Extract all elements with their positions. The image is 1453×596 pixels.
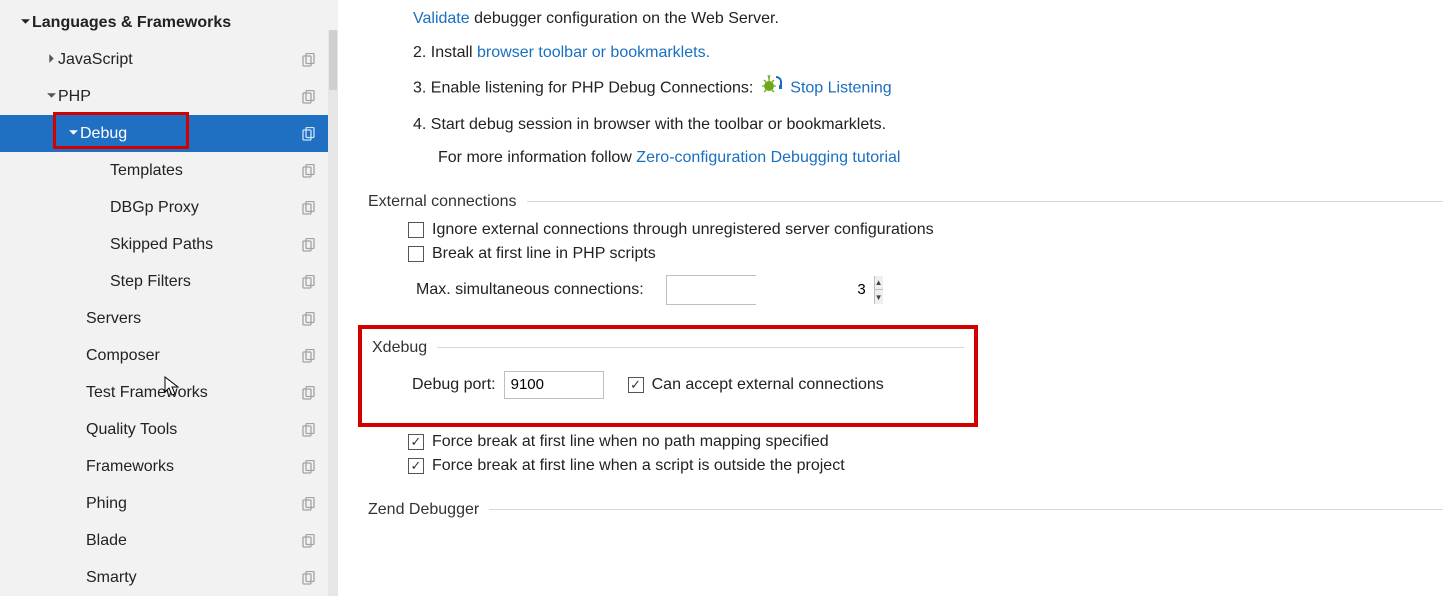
sidebar-item-templates[interactable]: Templates: [0, 152, 328, 189]
sidebar-item-blade[interactable]: Blade: [0, 522, 328, 559]
sidebar-item-frameworks[interactable]: Frameworks: [0, 448, 328, 485]
break-first-checkbox[interactable]: [408, 246, 424, 262]
section-separator: [527, 201, 1443, 202]
override-icon: [302, 460, 316, 474]
sidebar-item-label: JavaScript: [58, 51, 133, 69]
sidebar-item-label: Skipped Paths: [110, 236, 213, 254]
chevron-down-icon: [18, 14, 32, 32]
sidebar-item-label: Frameworks: [86, 458, 174, 476]
override-icon: [302, 534, 316, 548]
accept-external-checkbox[interactable]: [628, 377, 644, 393]
debug-port-input[interactable]: [504, 371, 604, 399]
chevron-down-icon: [66, 125, 80, 143]
step2-label: 2. Install: [413, 44, 477, 61]
settings-sidebar: Languages & Frameworks JavaScript PHP Debu…: [0, 0, 338, 596]
override-icon: [302, 127, 316, 141]
break-first-label: Break at first line in PHP scripts: [432, 245, 656, 263]
sidebar-scrollbar-thumb[interactable]: [329, 30, 337, 90]
max-conn-stepper[interactable]: ▲ ▼: [666, 275, 756, 305]
sidebar-item-label: PHP: [58, 88, 91, 106]
sidebar-item-servers[interactable]: Servers: [0, 300, 328, 337]
browser-toolbar-link[interactable]: browser toolbar or bookmarklets.: [477, 44, 710, 61]
sidebar-item-javascript[interactable]: JavaScript: [0, 41, 328, 78]
sidebar-item-label: Smarty: [86, 569, 137, 587]
sidebar-item-label: Test Frameworks: [86, 384, 208, 402]
sidebar-item-label: Debug: [80, 125, 127, 143]
spin-up-icon[interactable]: ▲: [875, 276, 883, 290]
max-conn-label: Max. simultaneous connections:: [416, 281, 644, 299]
external-connections-title: External connections: [368, 193, 517, 211]
force-break-nopath-label: Force break at first line when no path m…: [432, 433, 829, 451]
max-conn-input[interactable]: [667, 276, 874, 304]
sidebar-item-label: Blade: [86, 532, 127, 550]
sidebar-item-dbgp-proxy[interactable]: DBGp Proxy: [0, 189, 328, 226]
force-break-outside-label: Force break at first line when a script …: [432, 457, 845, 475]
override-icon: [302, 164, 316, 178]
force-break-outside-checkbox[interactable]: [408, 458, 424, 474]
sidebar-item-label: Templates: [110, 162, 183, 180]
step4-label: 4. Start debug session in browser with t…: [413, 116, 886, 133]
override-icon: [302, 201, 316, 215]
override-icon: [302, 349, 316, 363]
step4-more-prefix: For more information follow: [438, 149, 636, 166]
override-icon: [302, 571, 316, 585]
sidebar-section-label: Languages & Frameworks: [32, 14, 231, 32]
zero-config-tutorial-link[interactable]: Zero-configuration Debugging tutorial: [636, 149, 900, 166]
zend-title: Zend Debugger: [368, 501, 479, 519]
sidebar-item-phing[interactable]: Phing: [0, 485, 328, 522]
sidebar-item-smarty[interactable]: Smarty: [0, 559, 328, 596]
stop-listening-action[interactable]: Stop Listening: [790, 80, 891, 97]
xdebug-title: Xdebug: [372, 339, 427, 357]
chevron-down-icon: [44, 88, 58, 106]
sidebar-item-debug[interactable]: Debug: [0, 115, 328, 152]
spin-down-icon[interactable]: ▼: [875, 289, 883, 304]
sidebar-item-composer[interactable]: Composer: [0, 337, 328, 374]
sidebar-item-quality-tools[interactable]: Quality Tools: [0, 411, 328, 448]
override-icon: [302, 312, 316, 326]
sidebar-item-label: Step Filters: [110, 273, 191, 291]
sidebar-section-languages[interactable]: Languages & Frameworks: [0, 4, 328, 41]
override-icon: [302, 423, 316, 437]
override-icon: [302, 497, 316, 511]
sidebar-item-label: Composer: [86, 347, 160, 365]
sidebar-item-test-frameworks[interactable]: Test Frameworks: [0, 374, 328, 411]
override-icon: [302, 53, 316, 67]
override-icon: [302, 90, 316, 104]
debug-port-label: Debug port:: [412, 376, 496, 394]
sidebar-item-label: DBGp Proxy: [110, 199, 199, 217]
sidebar-item-label: Quality Tools: [86, 421, 177, 439]
override-icon: [302, 386, 316, 400]
validate-text: debugger configuration on the Web Server…: [470, 10, 779, 27]
accept-external-label: Can accept external connections: [652, 376, 884, 394]
sidebar-item-skipped-paths[interactable]: Skipped Paths: [0, 226, 328, 263]
section-separator: [489, 509, 1443, 510]
sidebar-item-step-filters[interactable]: Step Filters: [0, 263, 328, 300]
validate-link[interactable]: Validate: [413, 10, 470, 27]
sidebar-item-php[interactable]: PHP: [0, 78, 328, 115]
override-icon: [302, 238, 316, 252]
stop-listening-icon[interactable]: [762, 73, 782, 102]
settings-main: Validate debugger configuration on the W…: [338, 0, 1453, 596]
ignore-external-label: Ignore external connections through unre…: [432, 221, 934, 239]
step3-label: 3. Enable listening for PHP Debug Connec…: [413, 80, 758, 97]
ignore-external-checkbox[interactable]: [408, 222, 424, 238]
sidebar-item-label: Servers: [86, 310, 141, 328]
chevron-right-icon: [44, 51, 58, 69]
sidebar-scrollbar-track[interactable]: [328, 30, 338, 596]
override-icon: [302, 275, 316, 289]
force-break-nopath-checkbox[interactable]: [408, 434, 424, 450]
xdebug-highlight-box: Xdebug Debug port: Can accept external c…: [358, 325, 978, 427]
section-separator: [437, 347, 964, 348]
sidebar-item-label: Phing: [86, 495, 127, 513]
